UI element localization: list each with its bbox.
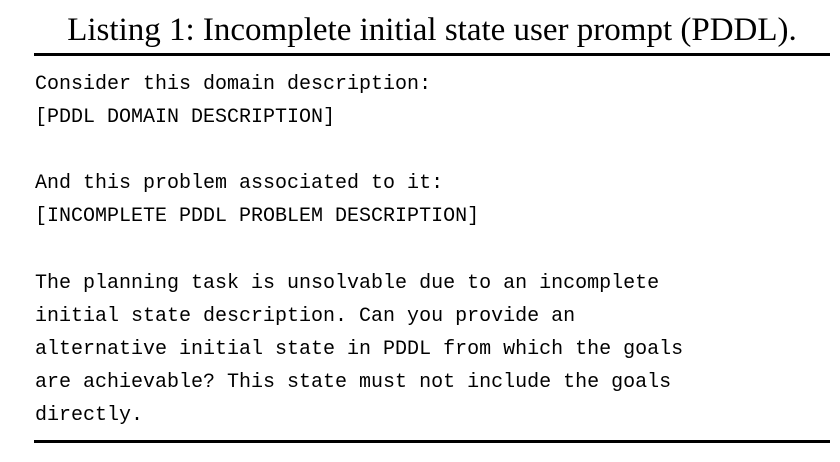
code-line: The planning task is unsolvable due to a… — [35, 271, 660, 295]
bottom-rule — [34, 440, 830, 443]
code-line: alternative initial state in PDDL from w… — [35, 337, 684, 361]
listing-figure: Listing 1: Incomplete initial state user… — [34, 0, 830, 462]
code-line: And this problem associated to it: — [35, 172, 444, 196]
code-line: [PDDL DOMAIN DESCRIPTION] — [35, 106, 336, 130]
code-block: Consider this domain description: [PDDL … — [35, 68, 825, 432]
top-rule — [34, 53, 830, 56]
code-line: are achievable? This state must not incl… — [35, 370, 672, 394]
code-line: directly. — [35, 403, 144, 427]
code-line: Consider this domain description: — [35, 73, 432, 96]
code-line: initial state description. Can you provi… — [35, 304, 576, 328]
listing-caption: Listing 1: Incomplete initial state user… — [67, 12, 797, 48]
code-line: [INCOMPLETE PDDL PROBLEM DESCRIPTION] — [35, 205, 480, 229]
